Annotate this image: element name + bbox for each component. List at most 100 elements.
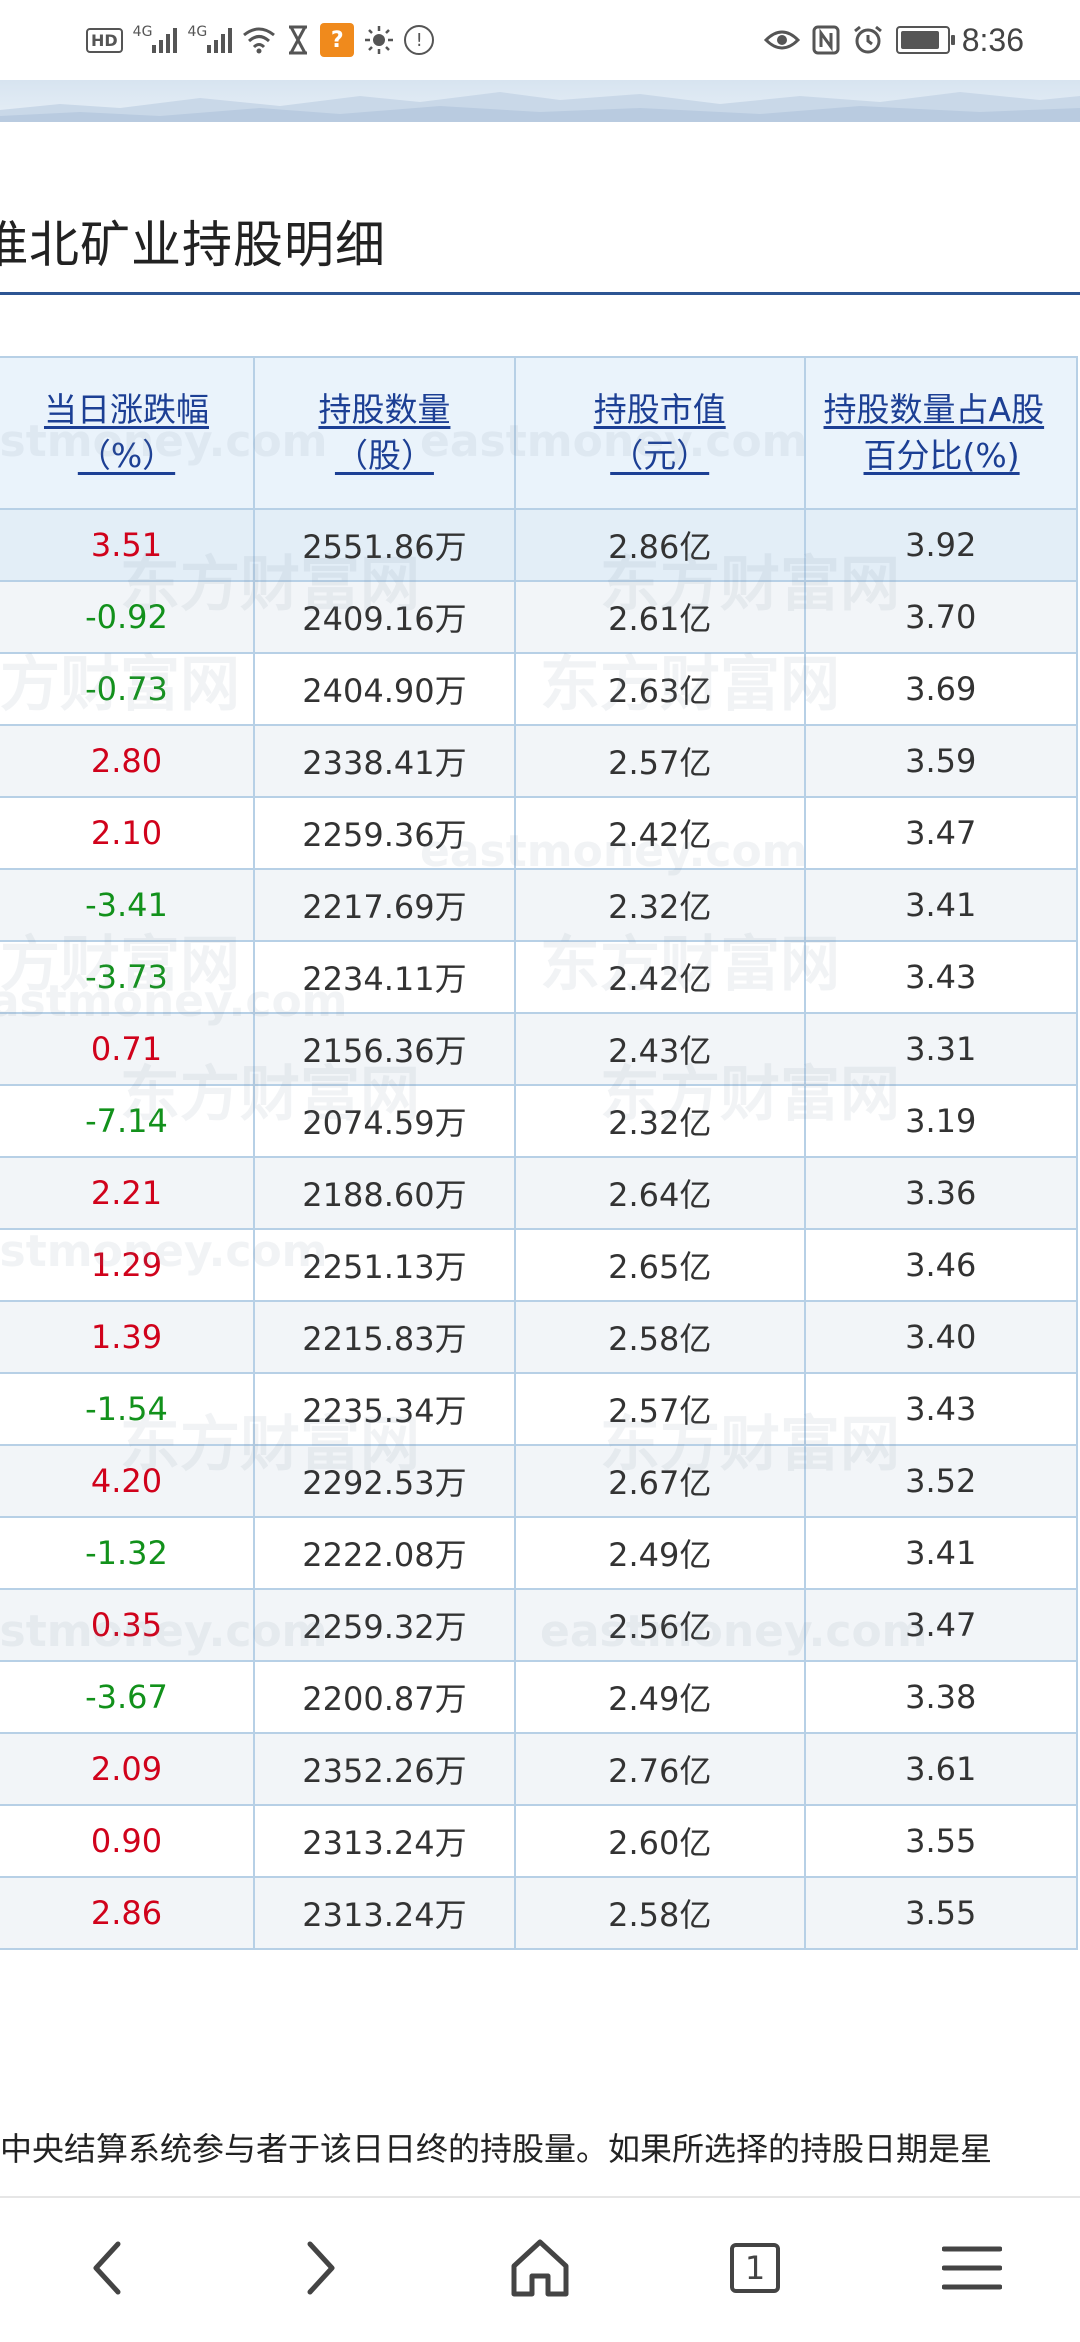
table-row: 1.39 2215.83万 2.58亿 3.40 [0, 1300, 1079, 1374]
cell-daily-change: 2.09 [0, 1732, 255, 1806]
menu-button[interactable] [922, 2218, 1022, 2318]
table-header-row: 当日涨跌幅 （%） 持股数量 （股） 持股市值 （元） 持股数量占A股 百分比(… [0, 356, 1079, 510]
cell-shares: 2551.86万 [252, 508, 516, 582]
holdings-table-wrapper[interactable]: 当日涨跌幅 （%） 持股数量 （股） 持股市值 （元） 持股数量占A股 百分比(… [0, 356, 1080, 1999]
cell-share-percentage: 3.55 [803, 1876, 1079, 1950]
alert-icon: ! [404, 25, 435, 55]
brightness-icon [364, 25, 394, 55]
column-header-share-percentage[interactable]: 持股数量占A股 百分比(%) [803, 356, 1079, 510]
wifi-icon [242, 26, 276, 54]
cell-daily-change: -3.67 [0, 1660, 255, 1734]
title-divider [0, 292, 1080, 295]
cell-daily-change: -1.32 [0, 1516, 255, 1590]
cell-shares: 2234.11万 [252, 940, 516, 1014]
page-title: 淮北矿业持股明细 [0, 216, 386, 274]
cell-share-percentage: 3.38 [803, 1660, 1079, 1734]
cell-daily-change: 0.35 [0, 1588, 255, 1662]
cell-market-value: 2.67亿 [513, 1444, 806, 1518]
home-button[interactable] [490, 2218, 590, 2318]
cell-market-value: 2.49亿 [513, 1660, 806, 1734]
cell-share-percentage: 3.46 [803, 1228, 1079, 1302]
menu-icon [942, 2246, 1002, 2290]
cell-share-percentage: 3.47 [803, 796, 1079, 870]
cell-market-value: 2.57亿 [513, 724, 806, 798]
tab-count-icon: 1 [730, 2243, 780, 2293]
column-header-shares[interactable]: 持股数量 （股） [252, 356, 516, 510]
cell-share-percentage: 3.55 [803, 1804, 1079, 1878]
forward-icon [307, 2241, 335, 2295]
cell-market-value: 2.32亿 [513, 868, 806, 942]
signal-icon: 4G [132, 24, 178, 53]
cell-market-value: 2.58亿 [513, 1876, 806, 1950]
nfc-icon [812, 25, 840, 55]
cell-share-percentage: 3.41 [803, 868, 1079, 942]
table-row: -0.73 2404.90万 2.63亿 3.69 [0, 652, 1079, 726]
cell-market-value: 2.64亿 [513, 1156, 806, 1230]
cell-shares: 2251.13万 [252, 1228, 516, 1302]
column-header-market-value[interactable]: 持股市值 （元） [513, 356, 806, 510]
forward-button[interactable] [270, 2218, 370, 2318]
cell-daily-change: 1.29 [0, 1228, 255, 1302]
app-notification-icon: ? [320, 23, 355, 57]
cell-market-value: 2.32亿 [513, 1084, 806, 1158]
browser-bottom-nav: 1 [0, 2196, 1080, 2342]
cell-shares: 2200.87万 [252, 1660, 516, 1734]
cell-daily-change: 0.90 [0, 1804, 255, 1878]
cell-market-value: 2.61亿 [513, 580, 806, 654]
cell-shares: 2409.16万 [252, 580, 516, 654]
holdings-table: 当日涨跌幅 （%） 持股数量 （股） 持股市值 （元） 持股数量占A股 百分比(… [0, 356, 1079, 1950]
back-button[interactable] [58, 2218, 158, 2318]
cell-share-percentage: 3.69 [803, 652, 1079, 726]
cell-daily-change: 2.21 [0, 1156, 255, 1230]
alarm-icon [852, 24, 884, 56]
table-row: 0.71 2156.36万 2.43亿 3.31 [0, 1012, 1079, 1086]
battery-icon [895, 26, 955, 54]
home-icon [511, 2239, 569, 2297]
cell-shares: 2156.36万 [252, 1012, 516, 1086]
signal-icon: 4G [187, 24, 233, 53]
column-header-change[interactable]: 当日涨跌幅 （%） [0, 356, 255, 510]
network-type-label: 4G [187, 24, 208, 40]
cell-market-value: 2.58亿 [513, 1300, 806, 1374]
cell-share-percentage: 3.70 [803, 580, 1079, 654]
cell-daily-change: 4.20 [0, 1444, 255, 1518]
cell-daily-change: -0.73 [0, 652, 255, 726]
cell-daily-change: -3.73 [0, 940, 255, 1014]
hourglass-icon [286, 25, 310, 55]
table-row: 3.51 2551.86万 2.86亿 3.92 [0, 508, 1079, 582]
table-row: 2.10 2259.36万 2.42亿 3.47 [0, 796, 1079, 870]
cell-shares: 2235.34万 [252, 1372, 516, 1446]
cell-share-percentage: 3.43 [803, 1372, 1079, 1446]
cell-shares: 2313.24万 [252, 1804, 516, 1878]
cell-market-value: 2.60亿 [513, 1804, 806, 1878]
table-body: 3.51 2551.86万 2.86亿 3.92 -0.92 2409.16万 2.61亿 3… [0, 508, 1079, 1950]
table-row: -3.73 2234.11万 2.42亿 3.43 [0, 940, 1079, 1014]
table-row: 2.80 2338.41万 2.57亿 3.59 [0, 724, 1079, 798]
cell-market-value: 2.42亿 [513, 940, 806, 1014]
cell-market-value: 2.63亿 [513, 652, 806, 726]
cell-share-percentage: 3.41 [803, 1516, 1079, 1590]
cell-share-percentage: 3.92 [803, 508, 1079, 582]
tabs-button[interactable]: 1 [705, 2218, 805, 2318]
table-row: 2.21 2188.60万 2.64亿 3.36 [0, 1156, 1079, 1230]
cell-shares: 2259.32万 [252, 1588, 516, 1662]
cell-market-value: 2.49亿 [513, 1516, 806, 1590]
cell-shares: 2313.24万 [252, 1876, 516, 1950]
cell-share-percentage: 3.52 [803, 1444, 1079, 1518]
status-left: HD 4G 4G ? ! [86, 18, 435, 62]
cell-daily-change: 2.10 [0, 796, 255, 870]
table-row: 0.90 2313.24万 2.60亿 3.55 [0, 1804, 1079, 1878]
page-header-banner [0, 80, 1080, 122]
status-time: 8:36 [961, 21, 1024, 58]
network-type-label: 4G [132, 24, 153, 40]
cell-share-percentage: 3.31 [803, 1012, 1079, 1086]
footnote-text: 中央结算系统参与者于该日日终的持股量。如果所选择的持股日期是星 [0, 2130, 993, 2168]
table-row: 2.86 2313.24万 2.58亿 3.55 [0, 1876, 1079, 1950]
cell-share-percentage: 3.47 [803, 1588, 1079, 1662]
cell-shares: 2404.90万 [252, 652, 516, 726]
status-bar: HD 4G 4G ? ! 8:36 [0, 0, 1080, 80]
cell-share-percentage: 3.19 [803, 1084, 1079, 1158]
cell-market-value: 2.57亿 [513, 1372, 806, 1446]
cell-shares: 2352.26万 [252, 1732, 516, 1806]
table-row: -3.67 2200.87万 2.49亿 3.38 [0, 1660, 1079, 1734]
